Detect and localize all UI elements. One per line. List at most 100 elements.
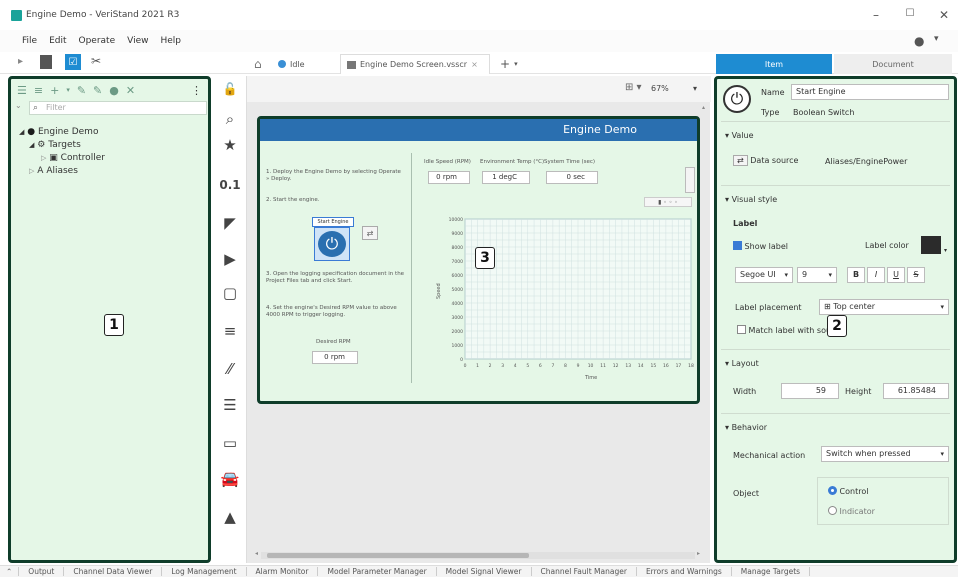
tab-close-icon[interactable]: ×: [471, 60, 478, 69]
screen-designer-icon[interactable]: ☑: [65, 54, 81, 70]
edit-alt-icon[interactable]: ✎: [93, 84, 102, 97]
vehicle-control-icon[interactable]: 🚘: [218, 468, 242, 490]
strikethrough-button[interactable]: S: [907, 267, 925, 283]
italic-button[interactable]: I: [867, 267, 885, 283]
add-icon[interactable]: +: [50, 84, 59, 97]
home-tab-icon[interactable]: ⌂: [248, 54, 268, 74]
add-dropdown-icon[interactable]: ▾: [66, 86, 70, 94]
expand-all-icon[interactable]: ☰: [17, 84, 27, 97]
tab-channel-data-viewer[interactable]: Channel Data Viewer: [64, 567, 163, 576]
data-source-link-icon[interactable]: ⇄: [362, 226, 378, 240]
divider: [411, 153, 412, 383]
label-color-swatch[interactable]: [921, 236, 941, 254]
tools-icon[interactable]: ✂: [91, 54, 101, 68]
tree-item-aliases[interactable]: ▷ A Aliases: [29, 166, 78, 176]
lock-icon[interactable]: 🔓: [218, 78, 242, 100]
tree-item-controller[interactable]: ▷ ▣ Controller: [41, 153, 105, 163]
tab-alarm-monitor[interactable]: Alarm Monitor: [247, 567, 319, 576]
scrollbar-thumb[interactable]: [267, 553, 529, 558]
search-controls-icon[interactable]: ⌕: [218, 108, 242, 130]
graph-side-control[interactable]: [685, 167, 695, 193]
filter-input[interactable]: ⌕ Filter: [29, 101, 207, 115]
data-source-button[interactable]: ⇄ Data source: [733, 155, 798, 166]
shapes-control-icon[interactable]: ▲: [218, 506, 242, 528]
tab-channel-fault-manager[interactable]: Channel Fault Manager: [532, 567, 637, 576]
graph-toolbar[interactable]: ▮ ◦ ◦ ◦: [644, 197, 692, 207]
menu-operate[interactable]: Operate: [79, 36, 116, 46]
tab-manage-targets[interactable]: Manage Targets: [732, 567, 811, 576]
tab-engine-demo-screen[interactable]: Engine Demo Screen.vsscr ×: [340, 54, 490, 74]
underline-button[interactable]: U: [887, 267, 905, 283]
show-label-checkbox[interactable]: Show label: [733, 241, 788, 251]
mechanical-action-select[interactable]: Switch when pressed ▾: [821, 446, 949, 462]
collapse-all-icon[interactable]: ≡: [34, 84, 43, 97]
screen-file-icon: [347, 60, 356, 69]
tab-document[interactable]: Document: [834, 54, 952, 74]
help-dropdown-icon[interactable]: ▾: [934, 34, 939, 44]
tab-model-parameter-manager[interactable]: Model Parameter Manager: [318, 567, 437, 576]
scroll-right-icon[interactable]: ▸: [697, 550, 700, 557]
tab-idle[interactable]: Idle: [272, 54, 342, 74]
more-options-icon[interactable]: ⋮: [191, 84, 202, 97]
bold-button[interactable]: B: [847, 267, 865, 283]
tab-output[interactable]: Output: [19, 567, 65, 576]
tree-item-targets[interactable]: ◢ ⚙ Targets: [29, 140, 81, 150]
close-icon[interactable]: ✕: [934, 8, 954, 22]
tab-item[interactable]: Item: [716, 54, 832, 74]
graph-control-icon[interactable]: ⁄⁄: [218, 358, 242, 380]
layout-section-header[interactable]: ▾ Layout: [725, 359, 759, 368]
pin-icon[interactable]: ●: [109, 84, 119, 97]
filter-chevron-icon[interactable]: ⌄: [15, 101, 22, 110]
scroll-up-icon[interactable]: ▴: [702, 104, 705, 111]
list-control-icon[interactable]: ≡: [218, 320, 242, 342]
tab-errors-and-warnings[interactable]: Errors and Warnings: [637, 567, 732, 576]
add-tab-icon[interactable]: + ▾: [494, 54, 524, 74]
menu-help[interactable]: Help: [160, 36, 181, 46]
layout-icon[interactable]: ⊞ ▾: [625, 82, 642, 93]
scroll-left-icon[interactable]: ◂: [255, 550, 258, 557]
indicator-radio[interactable]: Indicator: [828, 506, 875, 516]
color-dropdown-icon[interactable]: ▾: [944, 247, 947, 254]
delete-icon[interactable]: ✕: [126, 84, 135, 97]
desired-rpm-input[interactable]: 0 rpm: [312, 351, 358, 364]
favorites-star-icon[interactable]: ★: [218, 134, 242, 156]
x-tick-label: 12: [613, 363, 619, 369]
dropdown-control-icon[interactable]: ▢: [218, 282, 242, 304]
table-control-icon[interactable]: ☰: [218, 394, 242, 416]
horizontal-scrollbar[interactable]: [261, 552, 695, 559]
flag-control-icon[interactable]: ◤: [218, 212, 242, 234]
tab-log-management[interactable]: Log Management: [162, 567, 247, 576]
zoom-dropdown-icon[interactable]: ▾: [693, 84, 697, 93]
edit-icon[interactable]: ✎: [77, 84, 86, 97]
behavior-section-header[interactable]: ▾ Behavior: [725, 423, 767, 432]
font-size-select[interactable]: 9 ▾: [797, 267, 837, 283]
panel-menu-icon[interactable]: ⌃: [0, 567, 20, 576]
feedback-icon[interactable]: ●: [914, 34, 924, 48]
overflow-chevron-icon[interactable]: ▸: [18, 56, 23, 67]
label-placement-select[interactable]: ⊞ Top center ▾: [819, 299, 949, 315]
play-control-icon[interactable]: ▶: [218, 248, 242, 270]
name-input[interactable]: Start Engine: [791, 84, 949, 100]
aliases-icon: A: [37, 166, 44, 176]
readout-label-system-time: System Time (sec): [544, 159, 596, 165]
value-section-header[interactable]: ▾ Value: [725, 131, 754, 140]
width-input[interactable]: 59: [781, 383, 839, 399]
tab-model-signal-viewer[interactable]: Model Signal Viewer: [437, 567, 532, 576]
numeric-control-icon[interactable]: 0.1: [218, 174, 242, 196]
menu-view[interactable]: View: [127, 36, 148, 46]
minimize-icon[interactable]: –: [866, 8, 886, 22]
x-tick-label: 13: [625, 363, 631, 369]
zoom-level[interactable]: 67%: [651, 84, 669, 93]
control-radio[interactable]: Control: [828, 486, 868, 496]
readout-system-time: 0 sec: [546, 171, 598, 184]
maximize-icon[interactable]: ☐: [900, 8, 920, 19]
menu-file[interactable]: File: [22, 36, 37, 46]
new-file-icon[interactable]: [40, 55, 52, 69]
tree-item-engine-demo[interactable]: ◢ ● Engine Demo: [19, 127, 98, 137]
height-input[interactable]: 61.85484: [883, 383, 949, 399]
container-control-icon[interactable]: ▭: [218, 432, 242, 454]
font-select[interactable]: Segoe UI ▾: [735, 267, 793, 283]
visual-style-section-header[interactable]: ▾ Visual style: [725, 195, 777, 204]
power-switch-icon[interactable]: ⏻: [318, 231, 346, 257]
menu-edit[interactable]: Edit: [49, 36, 66, 46]
